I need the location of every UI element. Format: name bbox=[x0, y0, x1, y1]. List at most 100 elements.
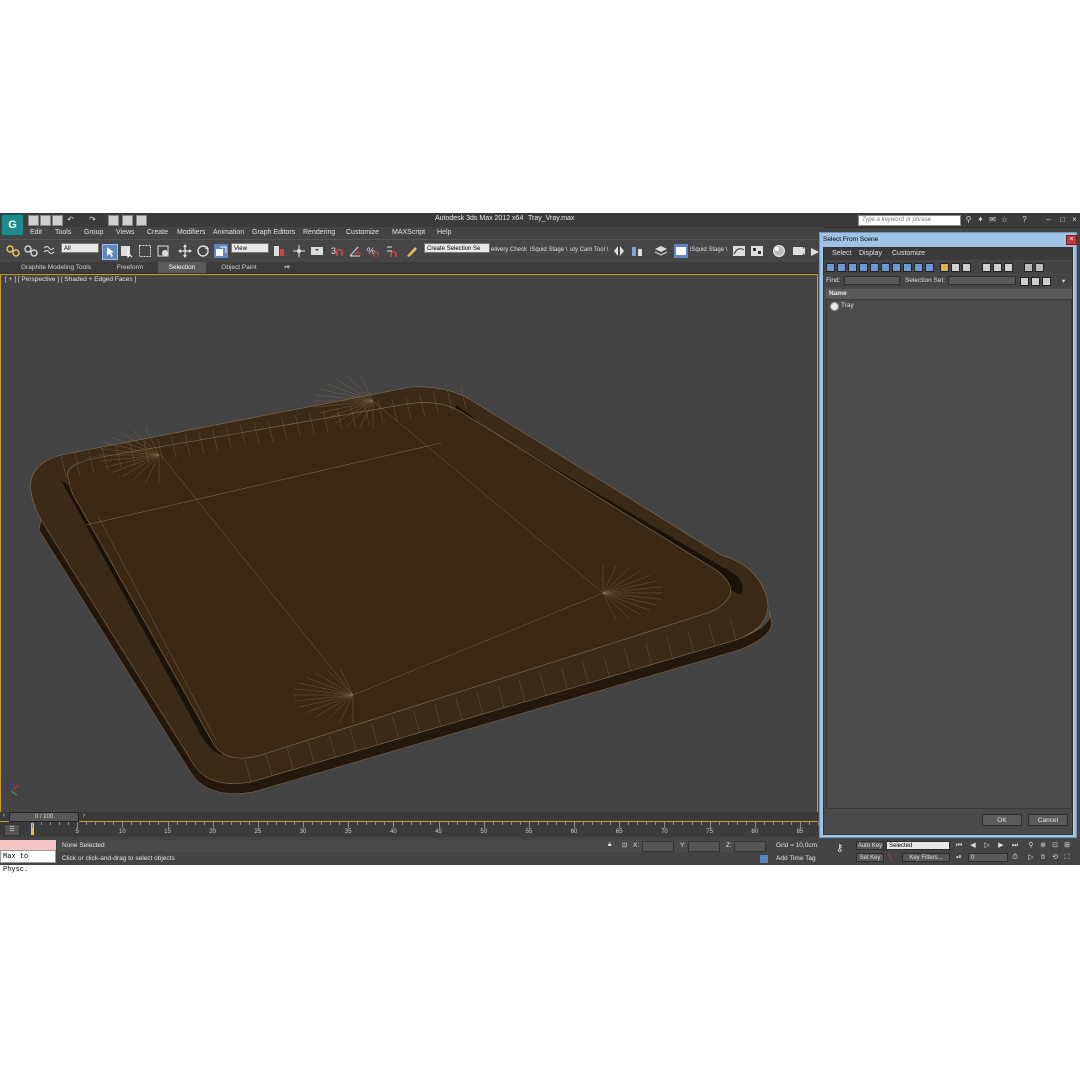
time-configuration-icon[interactable]: ⏱ bbox=[1010, 853, 1020, 862]
select-dependents-icon[interactable] bbox=[1042, 277, 1051, 286]
menu-modifiers[interactable]: Modifiers bbox=[177, 229, 205, 236]
3ds-max-logo-icon[interactable]: G bbox=[1, 214, 24, 236]
display-bones-icon[interactable] bbox=[914, 263, 923, 272]
list-item[interactable]: Tray bbox=[829, 302, 929, 311]
project-folder-icon[interactable] bbox=[108, 215, 119, 226]
select-object-icon[interactable] bbox=[102, 244, 118, 260]
dialog-menu-customize[interactable]: Customize bbox=[892, 250, 925, 257]
z-coordinate-field[interactable] bbox=[734, 841, 766, 852]
display-helpers-icon[interactable] bbox=[870, 263, 879, 272]
display-groups-icon[interactable] bbox=[892, 263, 901, 272]
maximize-viewport-icon[interactable]: ⛶ bbox=[1062, 853, 1072, 862]
time-slider-thumb[interactable]: 0 / 100 bbox=[9, 812, 79, 822]
render-setup-icon[interactable] bbox=[792, 244, 806, 258]
tab-graphite-modeling-tools[interactable]: Graphite Modeling Tools bbox=[14, 262, 98, 273]
add-time-tag[interactable]: Add Time Tag bbox=[776, 855, 816, 862]
spinner-snap-icon[interactable] bbox=[384, 244, 398, 258]
percent-snap-icon[interactable]: % bbox=[366, 244, 380, 258]
open-file-icon[interactable] bbox=[40, 215, 51, 226]
pan-icon[interactable]: ✋︎ bbox=[1038, 853, 1048, 862]
layer-manager-icon[interactable] bbox=[654, 244, 668, 258]
display-all-icon[interactable] bbox=[940, 263, 949, 272]
tray-3d-model[interactable] bbox=[1, 275, 817, 821]
toolbar-delivery-check[interactable]: elivery Check bbox=[491, 247, 527, 253]
key-mode-toggle-icon[interactable]: ⏯ bbox=[954, 853, 964, 862]
menu-edit[interactable]: Edit bbox=[30, 229, 42, 236]
window-crossing-icon[interactable] bbox=[156, 244, 170, 258]
schematic-view-icon[interactable] bbox=[750, 244, 764, 258]
pivot-center-icon[interactable] bbox=[272, 244, 286, 258]
help-icon[interactable]: ? bbox=[1020, 215, 1029, 224]
cancel-button[interactable]: Cancel bbox=[1028, 814, 1068, 826]
menu-maxscript[interactable]: MAXScript bbox=[392, 229, 425, 236]
time-slider[interactable]: ‹ 0 / 100 › bbox=[0, 812, 818, 822]
set-key-button[interactable]: Set Key bbox=[856, 853, 884, 862]
link-icon[interactable] bbox=[6, 244, 20, 258]
menu-tools[interactable]: Tools bbox=[55, 229, 71, 236]
angle-snap-icon[interactable] bbox=[348, 244, 362, 258]
time-slider-right-icon[interactable]: › bbox=[80, 812, 88, 820]
minimize-icon[interactable]: – bbox=[1044, 215, 1053, 224]
tab-freeform[interactable]: Freeform bbox=[110, 262, 150, 273]
select-children-icon[interactable] bbox=[1031, 277, 1040, 286]
reference-coordinate-dropdown[interactable]: View bbox=[231, 243, 269, 253]
selection-set-dropdown[interactable] bbox=[948, 276, 1016, 285]
filter-icon[interactable] bbox=[1024, 263, 1033, 272]
zoom-all-icon[interactable]: ⊕ bbox=[1038, 841, 1048, 850]
toolbar-isquid-stage-2[interactable]: iSquid Stage \ bbox=[690, 247, 727, 253]
edit-named-selection-icon[interactable] bbox=[405, 244, 419, 258]
y-coordinate-field[interactable] bbox=[688, 841, 720, 852]
mirror-icon[interactable] bbox=[612, 244, 626, 258]
zoom-extents-icon[interactable]: ⊡ bbox=[1050, 841, 1060, 850]
communication-icon[interactable]: ✉ bbox=[988, 215, 997, 224]
dialog-menu-select[interactable]: Select bbox=[832, 250, 851, 257]
move-icon[interactable] bbox=[178, 244, 192, 258]
dialog-close-icon[interactable]: × bbox=[1066, 235, 1077, 245]
current-frame-field[interactable]: 0 bbox=[968, 853, 1008, 862]
scale-icon[interactable] bbox=[214, 244, 228, 258]
save-file-icon[interactable] bbox=[52, 215, 63, 226]
select-all-icon[interactable] bbox=[982, 263, 991, 272]
binoculars-icon[interactable]: ⚲ bbox=[964, 215, 973, 224]
absolute-mode-icon[interactable]: ⊡ bbox=[622, 841, 627, 849]
orbit-icon[interactable]: ⟲ bbox=[1050, 853, 1060, 862]
mini-curve-editor-icon[interactable]: ☰ bbox=[4, 824, 20, 836]
selection-filter-dropdown[interactable]: All bbox=[61, 243, 99, 253]
maximize-icon[interactable]: □ bbox=[1058, 215, 1067, 224]
ribbon-options-icon[interactable]: ▪▾ bbox=[278, 262, 296, 273]
display-xrefs-icon[interactable] bbox=[903, 263, 912, 272]
undo-icon[interactable]: ↶ bbox=[66, 215, 75, 224]
help-search-input[interactable]: Type a keyword or phrase bbox=[858, 215, 961, 226]
curve-editor-icon[interactable] bbox=[732, 244, 746, 258]
close-icon[interactable]: × bbox=[1070, 215, 1079, 224]
menu-help[interactable]: Help bbox=[437, 229, 451, 236]
select-none-icon[interactable] bbox=[993, 263, 1002, 272]
material-editor-icon[interactable] bbox=[772, 244, 786, 258]
filter-options-icon[interactable] bbox=[1035, 263, 1044, 272]
menu-group[interactable]: Group bbox=[84, 229, 103, 236]
tab-selection[interactable]: Selection bbox=[158, 262, 206, 273]
display-invert-icon[interactable] bbox=[962, 263, 971, 272]
play-icon[interactable]: ▷ bbox=[982, 841, 992, 850]
auto-key-button[interactable]: Auto Key bbox=[856, 841, 884, 850]
field-of-view-icon[interactable]: ▷ bbox=[1026, 853, 1036, 862]
go-to-start-icon[interactable]: ⏮ bbox=[954, 841, 964, 850]
display-containers-icon[interactable] bbox=[925, 263, 934, 272]
display-cameras-icon[interactable] bbox=[859, 263, 868, 272]
layout-icon[interactable] bbox=[136, 215, 147, 226]
named-selection-dropdown[interactable]: Create Selection Se bbox=[424, 243, 490, 253]
key-filters-button[interactable]: Key Filters... bbox=[902, 853, 950, 862]
perspective-viewport[interactable]: [ + ] [ Perspective ] [ Shaded + Edged F… bbox=[0, 274, 818, 822]
workspace-icon[interactable] bbox=[122, 215, 133, 226]
key-mode-dropdown[interactable]: Selected bbox=[886, 841, 950, 850]
select-invert-icon[interactable] bbox=[1004, 263, 1013, 272]
time-tag-icon[interactable] bbox=[760, 855, 768, 863]
set-key-mode-icon[interactable]: ╲ bbox=[888, 853, 892, 861]
new-file-icon[interactable] bbox=[28, 215, 39, 226]
ok-button[interactable]: OK bbox=[982, 814, 1022, 826]
x-coordinate-field[interactable] bbox=[642, 841, 674, 852]
menu-rendering[interactable]: Rendering bbox=[303, 229, 335, 236]
favorites-icon[interactable]: ☆ bbox=[1000, 215, 1009, 224]
redo-icon[interactable]: ↷ bbox=[88, 215, 97, 224]
track-bar[interactable]: ☰ 5 10 15 20 25 30 35 40 45 50 55 60 65 70 75 80 85 bbox=[0, 822, 819, 837]
